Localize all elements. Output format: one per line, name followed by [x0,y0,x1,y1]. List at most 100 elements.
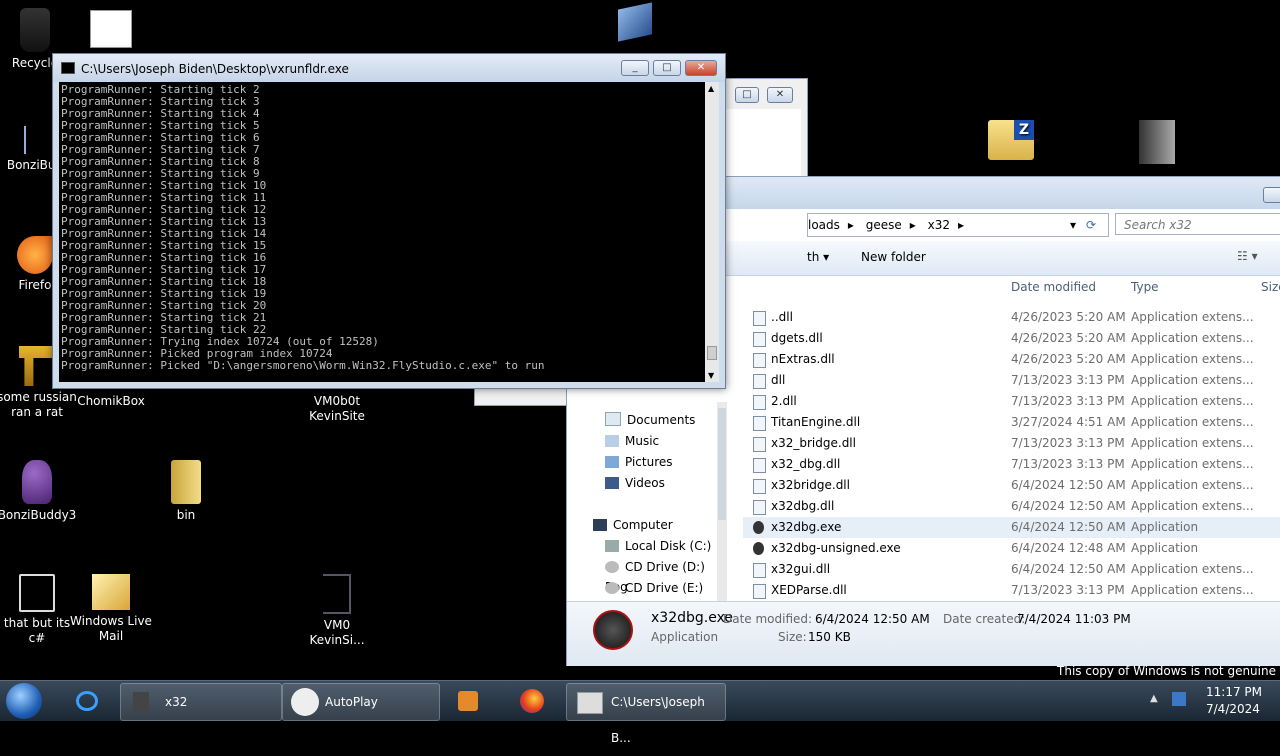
internet-explorer-icon[interactable] [64,683,110,719]
nav-item-videos[interactable]: Videos [605,473,665,493]
column-header-size[interactable]: Size [1261,276,1280,298]
start-button[interactable] [6,683,42,719]
scroll-down-icon[interactable]: ▼ [708,371,714,380]
table-row[interactable]: dll 7/13/2023 3:13 PM Application extens..… [743,370,1280,391]
firefox-taskbar-icon[interactable] [512,683,552,719]
table-row[interactable]: x32bridge.dll 6/4/2024 12:50 AM Applicatio… [743,475,1280,496]
desktop-icon-label: BonziBuddy3 [0,508,77,522]
taskbar: x32 AutoPlay C:\Users\Joseph B... ▲ 11:1… [0,680,1280,745]
desktop-icon-that-but-its-csharp[interactable]: that but its c# [0,574,78,646]
firefox-icon [17,236,53,274]
table-row[interactable]: ..dll 4/26/2023 5:20 AM Application extens… [743,307,1280,328]
mail-icon [92,574,130,610]
table-row[interactable]: TitanEngine.dll 3/27/2024 4:51 AM Applicat… [743,412,1280,433]
chevron-right-icon: ▸ [847,218,854,232]
column-header-date[interactable]: Date modified [1011,276,1096,298]
dll-file-icon [753,584,766,599]
desktop-icon-bonzibuddy3[interactable]: BonziBuddy3 [0,460,78,523]
table-row[interactable]: XEDParse.dll 7/13/2023 3:13 PM Application… [743,580,1280,601]
table-row[interactable]: x32_bridge.dll 7/13/2023 3:13 PM Applicati… [743,433,1280,454]
shortcut-icon [90,10,132,48]
bonzibuddy-icon [22,460,52,504]
breadcrumb-item[interactable]: x32 [928,218,950,232]
share-button[interactable]: th ▾ [807,250,829,264]
nav-item-music[interactable]: Music [605,431,659,451]
details-modified-label: Date modified: [723,612,813,626]
dll-file-icon [753,395,766,410]
table-row-selected[interactable]: x32dbg.exe 6/4/2024 12:50 AM Application [743,517,1280,538]
dll-file-icon [753,416,766,431]
taskbar-item-console[interactable]: C:\Users\Joseph B... [566,683,726,745]
search-input[interactable]: Search x32 [1115,213,1280,235]
clock-date[interactable]: 7/4/2024 [1206,702,1260,716]
desktop-icon-vm0-kevinsite[interactable]: VM0 KevinSi... [296,574,378,648]
maximize-button[interactable]: □ [653,60,681,76]
minimize-button[interactable]: _ [621,60,649,76]
view-options-icon[interactable]: ☷ ▾ [1237,249,1258,263]
table-row[interactable]: x32gui.dll 6/4/2024 12:50 AM Application e… [743,559,1280,580]
cd-drive-icon [605,582,619,594]
chevron-right-icon: ▸ [909,218,916,232]
network-icon[interactable] [1172,692,1186,706]
document-folder-icon [1139,120,1175,164]
console-window[interactable]: C:\Users\Joseph Biden\Desktop\vxrunfldr.… [52,53,726,389]
nav-item-pictures[interactable]: Pictures [605,452,673,472]
breadcrumb-item[interactable]: geese [866,218,902,232]
desktop-icon-bin[interactable]: bin [145,460,227,523]
console-titlebar[interactable]: C:\Users\Joseph Biden\Desktop\vxrunfldr.… [53,54,725,82]
dll-file-icon [753,563,766,578]
scroll-up-icon[interactable]: ▲ [708,84,714,93]
table-row[interactable]: 2.dll 7/13/2023 3:13 PM Application extens… [743,391,1280,412]
desktop-icon-label: Firefo [18,278,52,292]
tray-arrow-icon[interactable]: ▲ [1150,693,1158,704]
table-row[interactable]: x32_dbg.dll 7/13/2023 3:13 PM Application … [743,454,1280,475]
nav-item-cd-drive-d[interactable]: CD Drive (D:) Rog [605,557,727,594]
table-row[interactable]: x32dbg.dll 6/4/2024 12:50 AM Application e… [743,496,1280,517]
dropdown-arrow-icon[interactable]: ▾ [1070,214,1076,236]
taskbar-item-x32[interactable]: x32 [120,683,282,721]
desktop-icon-windows-live-mail[interactable]: Windows Live Mail [70,574,152,644]
breadcrumb-item[interactable]: loads [808,218,840,232]
vm-shortcut-top[interactable] [594,2,676,42]
desktop-icon-label: Windows Live Mail [70,614,152,643]
bug-icon [753,542,764,555]
clock-time[interactable]: 11:17 PM [1206,685,1262,699]
nav-item-cd-drive-e[interactable]: CD Drive (E:) [605,578,703,598]
dll-file-icon [753,374,766,389]
console-text: ProgramRunner: Starting tick 2 ProgramRu… [61,83,545,372]
console-scrollbar[interactable]: ▲ ▼ [705,82,719,382]
desktop-icon-zip[interactable]: Z [970,120,1052,164]
scroll-thumb[interactable] [707,346,717,360]
taskbar-item-autoplay[interactable]: AutoPlay [282,683,440,721]
graduation-cap-icon [618,2,652,42]
console-title: C:\Users\Joseph Biden\Desktop\vxrunfldr.… [81,62,349,76]
zip-folder-icon: Z [988,120,1034,160]
close-button[interactable]: ✕ [685,60,717,76]
shortcut-icon-top[interactable] [70,10,152,52]
new-folder-button[interactable]: New folder [861,250,926,264]
desktop-icon-document[interactable] [1116,120,1198,168]
bug-icon [753,521,764,534]
nav-item-local-disk[interactable]: Local Disk (C:) [605,536,711,556]
table-row[interactable]: dgets.dll 4/26/2023 5:20 AM Application ex… [743,328,1280,349]
nav-scrollbar[interactable] [717,402,727,602]
bonzibuddy-icon [24,126,46,154]
desktop-icon-label: that but its c# [3,616,71,645]
media-player-icon[interactable] [448,683,488,719]
console-output[interactable]: ProgramRunner: Starting tick 2 ProgramRu… [59,82,705,382]
documents-icon [605,412,621,426]
minimize-button[interactable] [1263,187,1280,203]
dll-file-icon [753,437,766,452]
refresh-icon[interactable]: ⟳ [1086,214,1096,236]
restore-button[interactable]: □ [735,87,759,103]
desktop-icon-label: ChomikBox [77,394,145,408]
table-row[interactable]: x32dbg-unsigned.exe 6/4/2024 12:48 AM Appl… [743,538,1280,559]
close-button[interactable]: ✕ [767,87,793,103]
column-header-type[interactable]: Type [1131,276,1159,298]
recycle-bin-icon [20,8,50,52]
table-row[interactable]: nExtras.dll 4/26/2023 5:20 AM Application … [743,349,1280,370]
desktop-icon-label: VM0 KevinSi... [309,618,365,647]
address-bar[interactable]: loads ▸ geese ▸ x32 ▸ ▾ ⟳ [807,213,1109,237]
nav-item-documents[interactable]: Documents [605,410,695,430]
nav-item-computer[interactable]: Computer [593,515,673,535]
